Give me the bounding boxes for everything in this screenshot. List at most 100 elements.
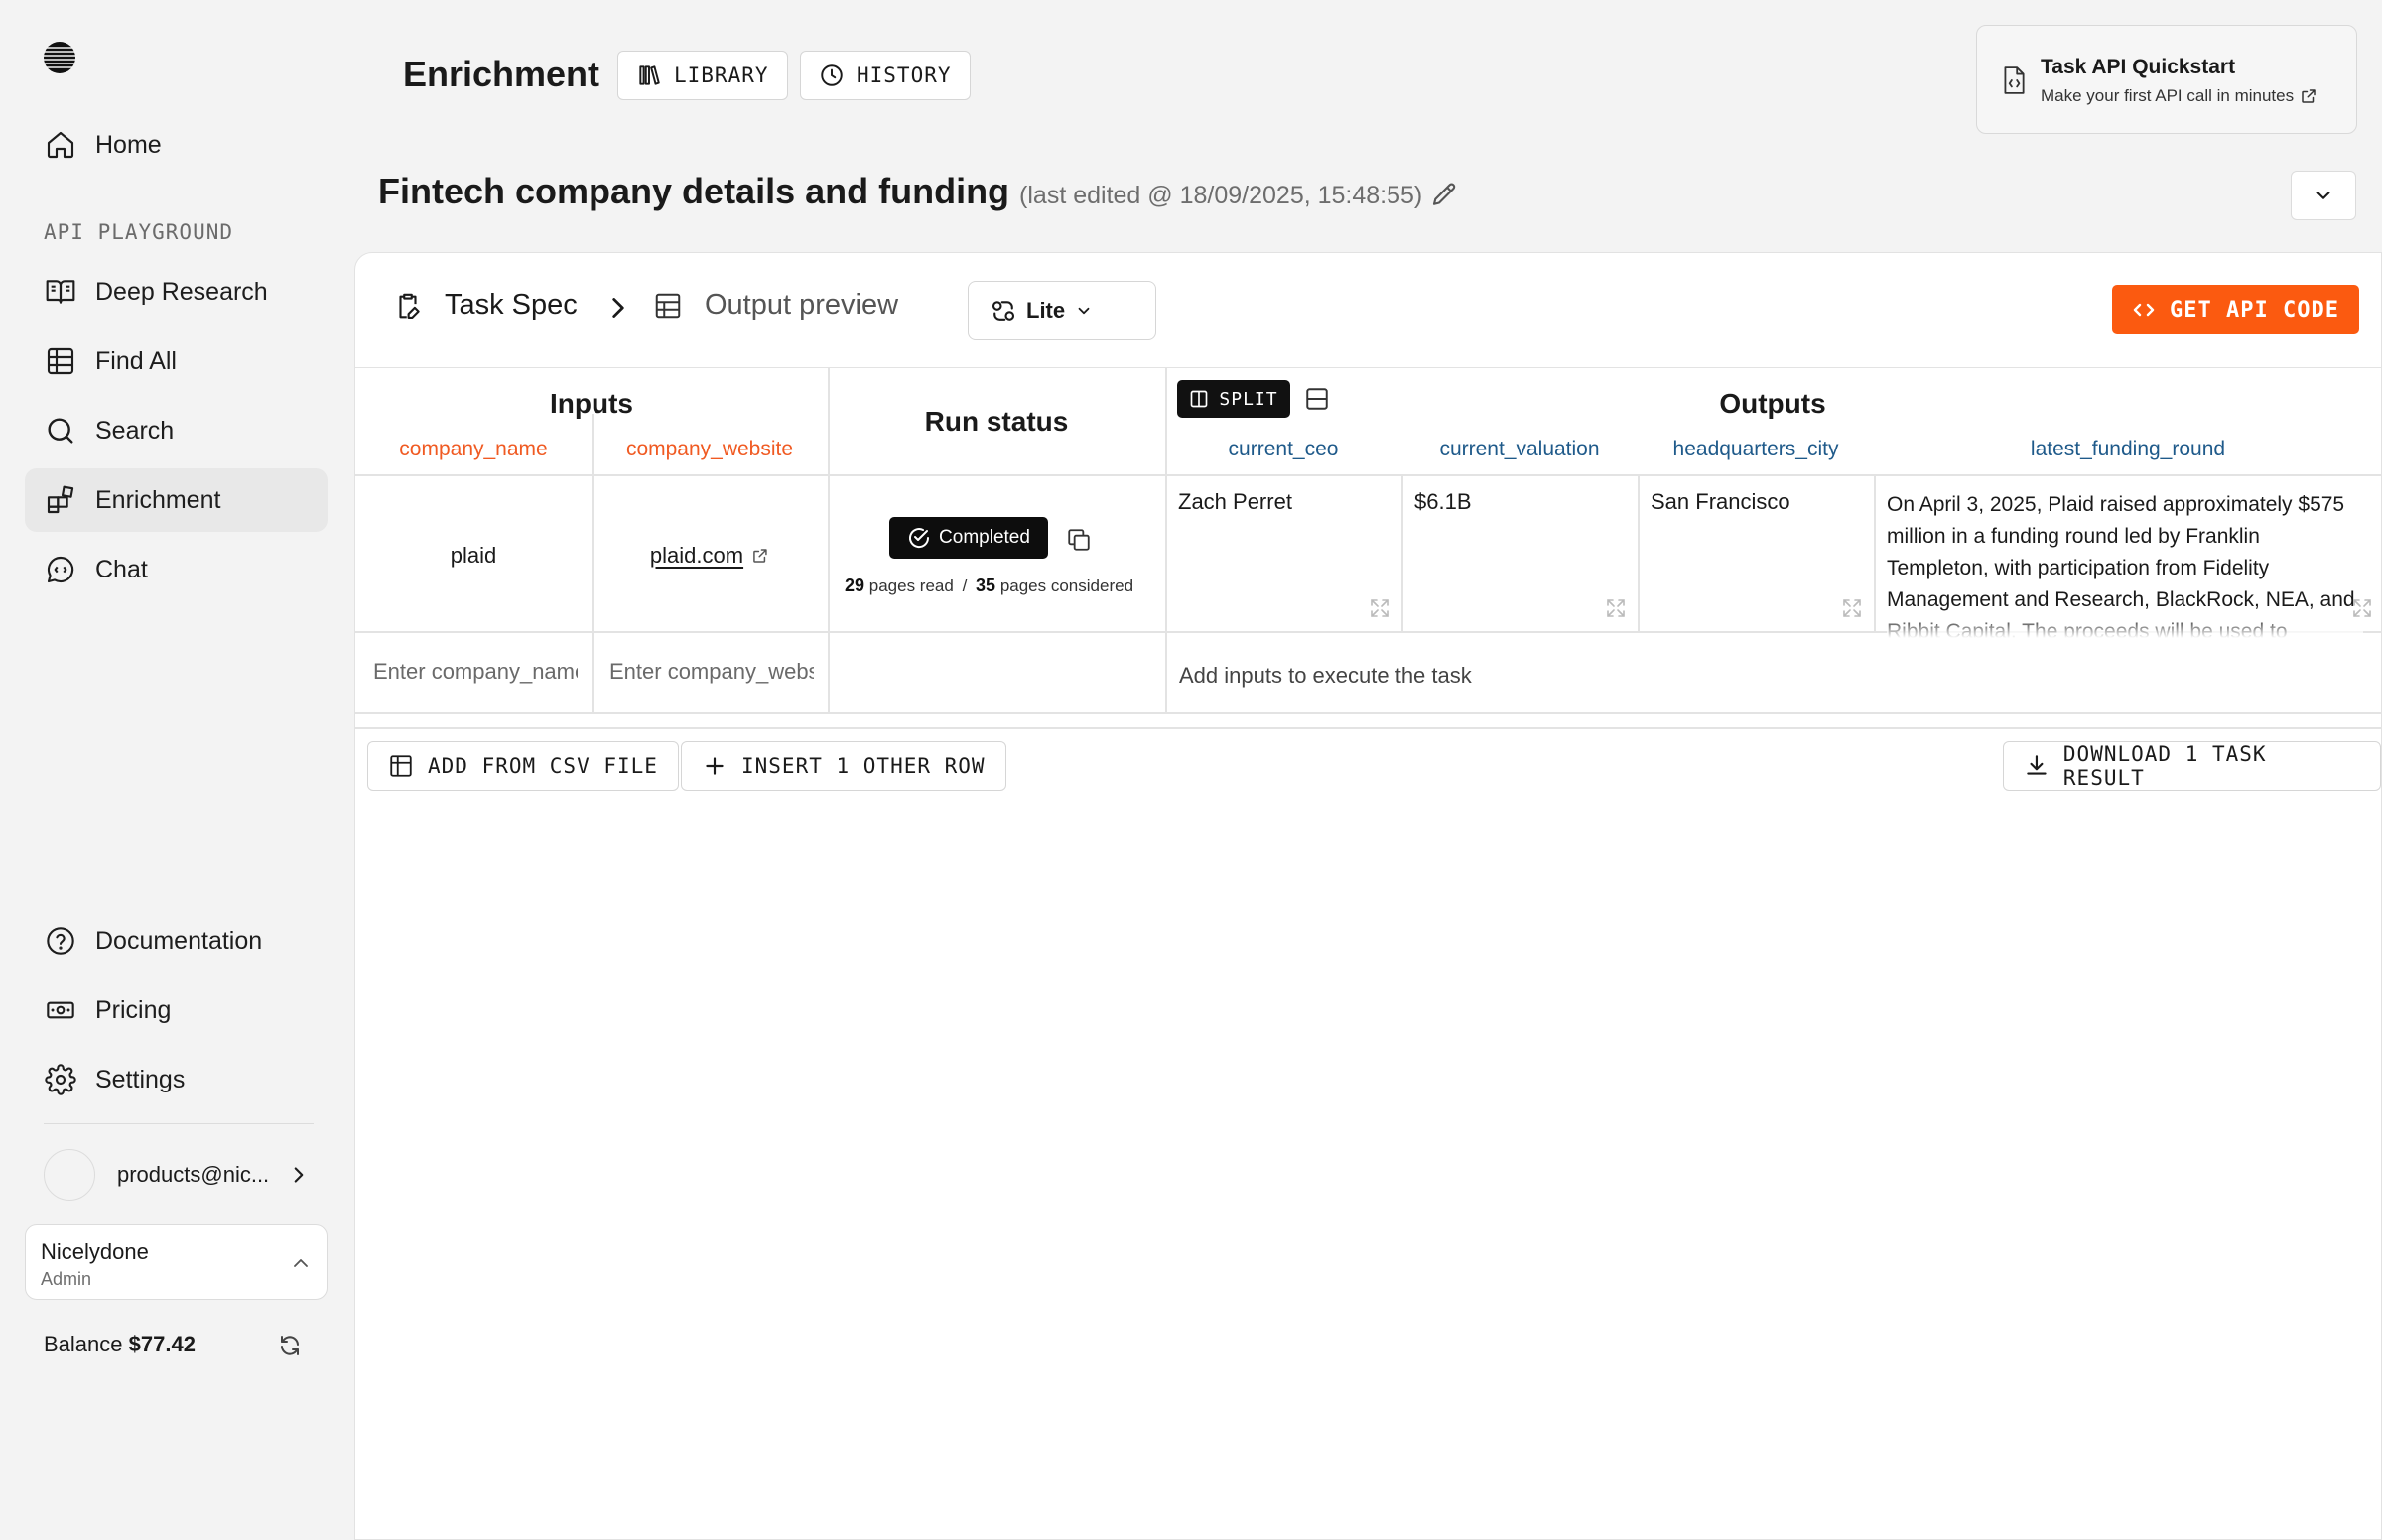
sidebar-item-settings[interactable]: Settings	[25, 1048, 328, 1111]
library-label: LIBRARY	[674, 64, 769, 87]
task-title-text: Fintech company details and funding	[378, 171, 1010, 211]
org-name: Nicelydone	[41, 1239, 149, 1264]
org-role: Admin	[41, 1269, 92, 1289]
step-output-preview[interactable]: Output preview	[653, 289, 898, 321]
sidebar-item-find-all[interactable]: Find All	[25, 329, 328, 393]
last-edited-timestamp: (last edited @ 18/09/2025, 15:48:55)	[1019, 182, 1423, 209]
table-bottom-divider	[355, 727, 2382, 729]
external-link-icon	[2302, 89, 2316, 103]
column-header-company-name: company_name	[399, 438, 548, 460]
library-button[interactable]: LIBRARY	[617, 51, 788, 100]
sidebar-item-home[interactable]: Home	[25, 113, 328, 177]
balance: Balance $77.42	[44, 1332, 196, 1357]
pages-stats: 29 pages read / 35 pages considered	[845, 576, 1133, 596]
sidebar-item-label: Enrichment	[95, 485, 221, 514]
quickstart-title: Task API Quickstart	[2041, 56, 2236, 78]
split-view-toggle[interactable]: SPLIT	[1177, 380, 1290, 418]
card-toolbar: Task Spec Output preview Lite GET API CO…	[355, 253, 2381, 368]
status-badge: Completed	[889, 517, 1048, 559]
chevron-up-icon	[294, 1259, 308, 1267]
task-api-quickstart-card[interactable]: Task API Quickstart Make your first API …	[1976, 25, 2357, 134]
plus-icon	[706, 757, 724, 775]
sidebar-item-label: Search	[95, 416, 175, 445]
parallel-logo-icon[interactable]	[42, 40, 77, 75]
stacked-view-icon[interactable]	[1304, 386, 1330, 412]
code-icon	[2133, 303, 2155, 317]
company-website-input[interactable]	[609, 652, 814, 692]
table-divider	[355, 712, 2382, 714]
column-header-current-valuation: current_valuation	[1439, 438, 1600, 460]
cell-headquarters-city[interactable]: San Francisco	[1651, 489, 1790, 515]
pages-separator: /	[962, 577, 968, 595]
history-label: HISTORY	[857, 64, 952, 87]
expand-icon[interactable]	[1368, 596, 1391, 620]
external-link-icon	[753, 549, 767, 563]
history-button[interactable]: HISTORY	[800, 51, 971, 100]
chevron-down-icon	[1078, 307, 1090, 315]
company-website-link[interactable]: plaid.com	[650, 543, 743, 569]
user-menu[interactable]: products@nic...	[44, 1149, 312, 1201]
sidebar-item-pricing[interactable]: Pricing	[25, 978, 328, 1042]
outputs-group-title: Outputs	[1719, 388, 1826, 419]
insert-row-label: INSERT 1 OTHER ROW	[741, 754, 986, 778]
chevron-down-icon	[2316, 192, 2330, 199]
table-divider	[828, 368, 830, 712]
organization-switcher[interactable]: Nicelydone Admin	[25, 1224, 328, 1300]
sidebar-item-enrichment[interactable]: Enrichment	[25, 468, 328, 532]
overflow-fade	[1887, 616, 2363, 638]
gear-icon	[45, 1064, 76, 1095]
add-from-csv-label: ADD FROM CSV FILE	[428, 754, 658, 778]
sidebar-item-deep-research[interactable]: Deep Research	[25, 260, 328, 323]
table-divider	[1874, 474, 1876, 631]
page-title: Enrichment	[403, 54, 600, 94]
expand-icon[interactable]	[1840, 596, 1864, 620]
book-open-icon	[46, 280, 75, 304]
sidebar-item-chat[interactable]: Chat	[25, 538, 328, 601]
expand-icon[interactable]	[1604, 596, 1628, 620]
column-header-latest-funding-round: latest_funding_round	[2030, 438, 2226, 460]
cell-company-name[interactable]: plaid	[451, 543, 496, 569]
download-results-button[interactable]: DOWNLOAD 1 TASK RESULT	[2003, 741, 2381, 791]
banknote-icon	[47, 1001, 74, 1019]
balance-value: $77.42	[128, 1332, 196, 1356]
balance-label: Balance	[44, 1332, 123, 1356]
enrichment-card: Task Spec Output preview Lite GET API CO…	[354, 252, 2382, 1540]
sidebar-item-documentation[interactable]: Documentation	[25, 909, 328, 972]
sidebar-item-label: Chat	[95, 555, 148, 583]
column-header-company-website: company_website	[625, 438, 794, 460]
table-divider	[1165, 368, 1167, 712]
copy-icon[interactable]	[1066, 527, 1092, 553]
search-icon	[48, 418, 73, 444]
processor-value: Lite	[1026, 298, 1066, 322]
processor-select[interactable]: Lite	[968, 281, 1156, 340]
execute-hint: Add inputs to execute the task	[1179, 663, 1472, 688]
cell-current-ceo[interactable]: Zach Perret	[1178, 489, 1292, 515]
sidebar-item-label: Deep Research	[95, 277, 268, 306]
task-spec-label: Task Spec	[445, 289, 578, 321]
pages-read-count: 29	[845, 576, 865, 595]
sidebar-item-label: Settings	[95, 1065, 186, 1093]
sidebar-item-search[interactable]: Search	[25, 399, 328, 462]
company-name-input[interactable]	[373, 652, 578, 692]
get-api-code-label: GET API CODE	[2170, 297, 2339, 322]
refresh-icon[interactable]	[278, 1334, 302, 1357]
get-api-code-button[interactable]: GET API CODE	[2112, 285, 2359, 334]
sidebar-divider	[44, 1123, 314, 1124]
collapse-toggle-button[interactable]	[2291, 171, 2356, 220]
step-task-spec[interactable]: Task Spec	[393, 289, 578, 321]
section-label-api-playground: API PLAYGROUND	[44, 220, 234, 244]
table-divider	[1638, 474, 1640, 631]
edit-title-pencil-icon[interactable]	[1429, 181, 1459, 210]
pages-read-label: pages read	[868, 577, 954, 595]
add-from-csv-button[interactable]: ADD FROM CSV FILE	[367, 741, 679, 791]
download-results-label: DOWNLOAD 1 TASK RESULT	[2062, 742, 2267, 790]
expand-icon[interactable]	[2350, 596, 2374, 620]
insert-row-button[interactable]: INSERT 1 OTHER ROW	[681, 741, 1006, 791]
table-divider	[592, 414, 594, 712]
table-icon	[655, 293, 681, 318]
cell-current-valuation[interactable]: $6.1B	[1414, 489, 1472, 515]
home-icon	[47, 131, 74, 159]
sidebar-item-label: Documentation	[95, 926, 263, 955]
cell-company-website[interactable]: plaid.com	[650, 543, 769, 569]
sidebar-item-label: Find All	[95, 346, 177, 375]
